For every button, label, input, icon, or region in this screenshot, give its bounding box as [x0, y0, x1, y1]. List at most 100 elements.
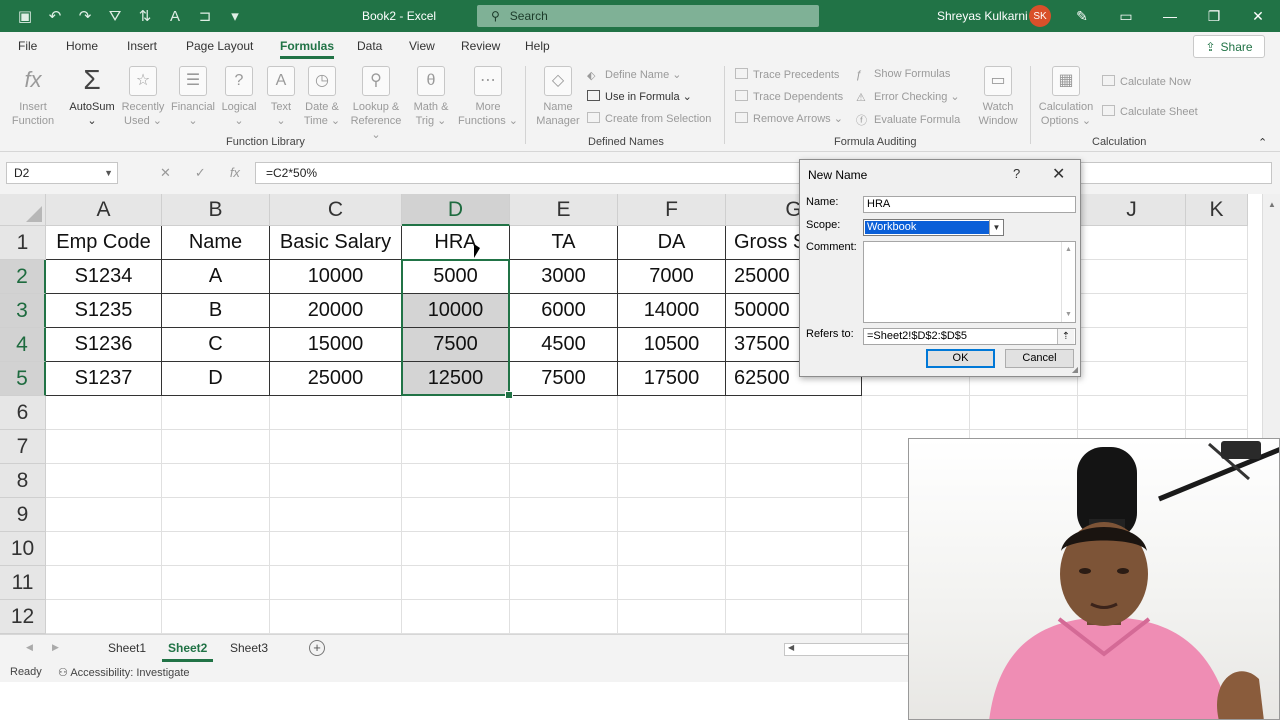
table-cell[interactable]: 5000 [402, 260, 510, 294]
define-name-button[interactable]: ⬖ Define Name ⌄ [587, 68, 681, 82]
scroll-up-icon[interactable]: ▲ [1268, 200, 1276, 209]
table-cell[interactable]: A [162, 260, 270, 294]
scroll-left-icon[interactable]: ◀ [788, 643, 794, 652]
column-header-a[interactable]: A [46, 194, 162, 226]
lookup-reference-button[interactable]: ⚲ Lookup & Reference ⌄ [346, 66, 406, 142]
table-cell[interactable] [618, 532, 726, 566]
row-header-6[interactable]: 6 [0, 396, 46, 430]
table-cell[interactable] [1078, 260, 1186, 294]
confirm-edit-icon[interactable]: ✓ [195, 165, 206, 181]
name-manager-button[interactable]: ◇ Name Manager [532, 66, 584, 128]
tab-home[interactable]: Home [66, 39, 98, 53]
close-icon[interactable]: ✕ [1052, 164, 1065, 184]
insert-function-button[interactable]: fx Insert Function [8, 66, 58, 128]
table-cell[interactable] [162, 464, 270, 498]
header-cell[interactable] [1186, 226, 1248, 260]
next-sheet-icon[interactable]: ▶ [52, 642, 59, 653]
table-cell[interactable] [162, 396, 270, 430]
table-cell[interactable] [270, 430, 402, 464]
table-cell[interactable]: 14000 [618, 294, 726, 328]
table-cell[interactable] [162, 498, 270, 532]
table-cell[interactable] [510, 566, 618, 600]
table-cell[interactable]: S1236 [46, 328, 162, 362]
select-all-button[interactable] [0, 194, 46, 226]
prev-sheet-icon[interactable]: ◀ [26, 642, 33, 653]
tab-insert[interactable]: Insert [127, 39, 157, 53]
table-cell[interactable] [726, 430, 862, 464]
name-field[interactable]: HRA [863, 196, 1076, 213]
table-cell[interactable] [270, 498, 402, 532]
tab-data[interactable]: Data [357, 39, 382, 53]
column-header-d[interactable]: D [402, 194, 510, 226]
table-cell[interactable] [862, 396, 970, 430]
table-cell[interactable]: D [162, 362, 270, 396]
table-cell[interactable] [618, 566, 726, 600]
header-cell[interactable]: TA [510, 226, 618, 260]
row-header-2[interactable]: 2 [0, 260, 46, 294]
ok-button[interactable]: OK [926, 349, 995, 368]
tab-page-layout[interactable]: Page Layout [186, 39, 253, 53]
sheet-tab-sheet1[interactable]: Sheet1 [108, 641, 146, 655]
table-cell[interactable]: 7000 [618, 260, 726, 294]
table-cell[interactable]: 7500 [402, 328, 510, 362]
remove-arrows-button[interactable]: Remove Arrows ⌄ [735, 112, 843, 125]
cancel-edit-icon[interactable]: ✕ [160, 165, 171, 181]
header-cell[interactable]: Name [162, 226, 270, 260]
table-cell[interactable] [46, 464, 162, 498]
trace-dependents-button[interactable]: Trace Dependents [735, 90, 843, 103]
table-cell[interactable] [46, 498, 162, 532]
watch-window-button[interactable]: ▭ Watch Window [972, 66, 1024, 128]
sheet-tab-sheet3[interactable]: Sheet3 [230, 641, 268, 655]
calculate-now-button[interactable]: Calculate Now [1102, 75, 1191, 88]
table-cell[interactable] [618, 464, 726, 498]
header-cell[interactable]: Basic Salary [270, 226, 402, 260]
tab-review[interactable]: Review [461, 39, 500, 53]
name-box[interactable]: D2 ▼ [6, 162, 118, 184]
table-cell[interactable] [402, 498, 510, 532]
more-functions-button[interactable]: ⋯ More Functions ⌄ [458, 66, 518, 128]
table-cell[interactable]: 12500 [402, 362, 510, 396]
help-button[interactable]: ? [1013, 166, 1020, 181]
sheet-tab-sheet2[interactable]: Sheet2 [161, 641, 214, 662]
table-cell[interactable] [402, 430, 510, 464]
create-from-selection-button[interactable]: Create from Selection [587, 112, 711, 125]
table-cell[interactable]: 25000 [270, 362, 402, 396]
trace-precedents-button[interactable]: Trace Precedents [735, 68, 839, 81]
scroll-up-icon[interactable]: ▲ [1065, 246, 1072, 253]
autosum-button[interactable]: Σ AutoSum ⌄ [64, 66, 120, 128]
table-cell[interactable] [46, 430, 162, 464]
table-cell[interactable] [618, 430, 726, 464]
table-cell[interactable] [46, 532, 162, 566]
row-header-7[interactable]: 7 [0, 430, 46, 464]
tab-file[interactable]: File [18, 39, 37, 53]
formula-input[interactable]: =C2*50% [255, 162, 1272, 184]
table-cell[interactable] [270, 396, 402, 430]
row-header-8[interactable]: 8 [0, 464, 46, 498]
horizontal-scrollbar[interactable]: ◀ [784, 643, 914, 656]
header-cell[interactable]: Emp Code [46, 226, 162, 260]
table-cell[interactable] [402, 396, 510, 430]
row-header-4[interactable]: 4 [0, 328, 46, 362]
table-cell[interactable] [726, 396, 862, 430]
share-button[interactable]: ⇪ Share [1193, 35, 1265, 58]
table-cell[interactable]: 7500 [510, 362, 618, 396]
minimize-icon[interactable]: — [1148, 0, 1192, 32]
table-cell[interactable] [726, 532, 862, 566]
table-cell[interactable] [970, 396, 1078, 430]
sort-icon[interactable]: ⇅ [134, 6, 156, 26]
table-cell[interactable]: 10500 [618, 328, 726, 362]
table-cell[interactable] [162, 566, 270, 600]
table-cell[interactable] [1186, 362, 1248, 396]
resize-grip-icon[interactable]: ◢ [1072, 365, 1078, 374]
table-cell[interactable]: 10000 [402, 294, 510, 328]
tab-view[interactable]: View [409, 39, 435, 53]
table-cell[interactable]: 20000 [270, 294, 402, 328]
row-header-12[interactable]: 12 [0, 600, 46, 634]
table-cell[interactable] [162, 430, 270, 464]
chevron-down-icon[interactable]: ▼ [104, 163, 113, 183]
table-cell[interactable] [270, 566, 402, 600]
text-button[interactable]: A Text ⌄ [262, 66, 300, 128]
scroll-down-icon[interactable]: ▼ [1065, 311, 1072, 318]
row-header-9[interactable]: 9 [0, 498, 46, 532]
column-header-j[interactable]: J [1078, 194, 1186, 226]
